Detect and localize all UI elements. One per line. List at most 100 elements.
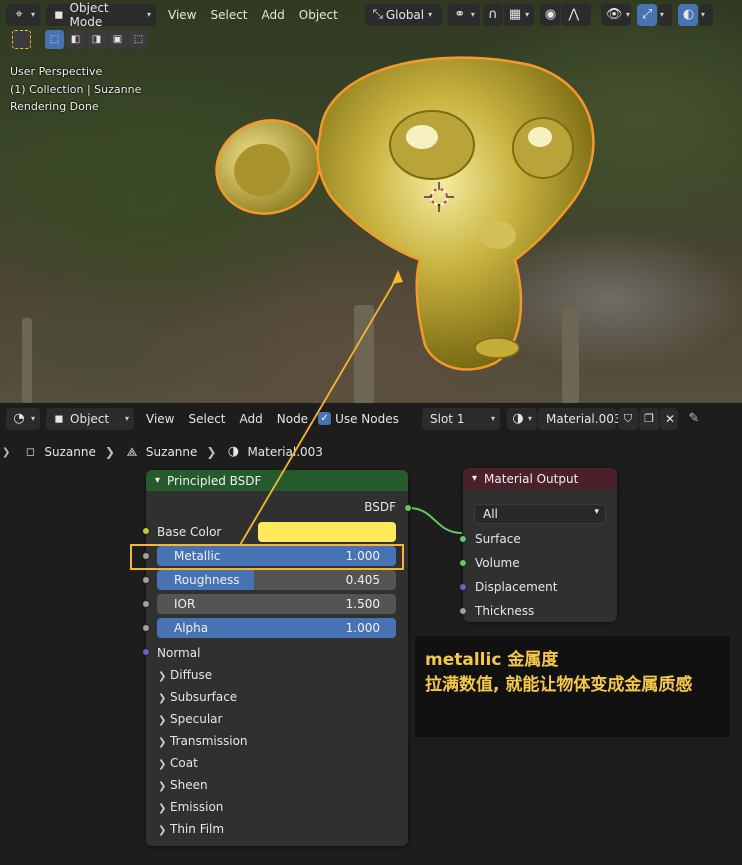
panel-label: Subsurface <box>170 690 238 704</box>
menu-view[interactable]: View <box>161 8 203 22</box>
proportional-edit-toggle[interactable]: ◉ <box>539 3 560 26</box>
value-slider-ior[interactable]: IOR 1.500 <box>157 594 396 614</box>
3d-cursor-icon[interactable] <box>424 182 454 212</box>
displacement-label: Displacement <box>475 580 558 594</box>
annotation-line-1: metallic 金属度 <box>425 650 559 670</box>
gizmo-dropdown[interactable]: ▾ <box>657 3 672 26</box>
value-slider-alpha[interactable]: Alpha 1.000 <box>157 618 396 638</box>
panel-emission[interactable]: ❯ Emission <box>158 800 223 814</box>
panel-label: Diffuse <box>170 668 213 682</box>
select-extend-button[interactable]: ◧ <box>66 30 85 49</box>
eye-icon: 👁 <box>605 6 623 22</box>
displacement-socket[interactable] <box>459 583 467 591</box>
pivot-icon: ⚭ <box>454 6 466 22</box>
select-extend-icon: ◧ <box>70 33 81 45</box>
field-socket[interactable] <box>142 600 150 608</box>
panel-specular[interactable]: ❯ Specular <box>158 712 222 726</box>
render-target-dropdown[interactable]: All ▾ <box>474 504 606 524</box>
thickness-socket[interactable] <box>459 607 467 615</box>
fence-post <box>22 318 32 403</box>
panel-subsurface[interactable]: ❯ Subsurface <box>158 690 237 704</box>
thickness-label: Thickness <box>475 604 535 618</box>
panel-label: Emission <box>170 800 224 814</box>
chevron-down-icon: ▾ <box>594 507 599 517</box>
select-invert-button[interactable]: ▣ <box>108 30 127 49</box>
falloff-icon: ⋀ <box>568 6 580 22</box>
node-header[interactable]: ▾ Principled BSDF <box>146 470 408 491</box>
surface-label: Surface <box>475 532 521 546</box>
collection-label: (1) Collection | Suzanne <box>10 82 142 96</box>
selection-tools: ⬚ ◧ ◨ ▣ ⬚ <box>12 30 148 49</box>
select-subtract-icon: ◨ <box>91 33 102 45</box>
viewport-header: ⌖ ▾ ◼ Object Mode ▾ View Select Add Object… <box>0 0 742 29</box>
menu-add[interactable]: Add <box>255 8 292 22</box>
node-title: Material Output <box>484 471 579 486</box>
select-subtract-button[interactable]: ◨ <box>87 30 106 49</box>
gizmo-toggle[interactable]: ⤢ <box>636 3 657 26</box>
field-socket[interactable] <box>142 576 150 584</box>
overlays-dropdown[interactable]: ▾ <box>698 3 713 26</box>
proportional-icon: ◉ <box>544 6 557 22</box>
3d-viewport[interactable]: ⌖ ▾ ◼ Object Mode ▾ View Select Add Object… <box>0 0 742 403</box>
mode-dropdown[interactable]: ◼ Object Mode ▾ <box>46 0 156 29</box>
editor-type-button[interactable]: ⌖ ▾ <box>6 3 40 26</box>
bsdf-output-socket[interactable] <box>404 504 412 512</box>
surface-socket[interactable] <box>459 535 467 543</box>
collapse-chevron-icon[interactable]: ▾ <box>472 473 477 484</box>
slider-label: Alpha <box>174 621 209 635</box>
perspective-label: User Perspective <box>10 65 103 78</box>
normal-socket[interactable] <box>142 648 150 656</box>
snap-toggle[interactable]: ∩ <box>482 3 503 26</box>
visibility-dropdown[interactable]: 👁 ▾ <box>600 3 631 26</box>
volume-label: Volume <box>475 556 520 570</box>
gizmo-icon: ⤢ <box>641 6 653 22</box>
suzanne-model[interactable] <box>210 45 610 375</box>
volume-socket[interactable] <box>459 559 467 567</box>
overlays-icon: ◐ <box>682 6 695 22</box>
annotation-line-2: 拉满数值, 就能让物体变成金属质感 <box>425 675 693 695</box>
menu-select[interactable]: Select <box>203 8 254 22</box>
mode-label: Object Mode <box>69 0 109 29</box>
select-intersect-button[interactable]: ⬚ <box>129 30 148 49</box>
snap-target-dropdown[interactable]: ▦ ▾ <box>503 3 534 26</box>
select-new-button[interactable]: ⬚ <box>45 30 64 49</box>
orientation-icon: ⤡ <box>372 6 384 22</box>
normal-label: Normal <box>157 646 201 660</box>
panel-sheen[interactable]: ❯ Sheen <box>158 778 208 792</box>
slider-label: Roughness <box>174 573 240 587</box>
metallic-highlight-box <box>130 544 404 570</box>
chevron-right-icon: ❯ <box>158 693 167 704</box>
panel-label: Sheen <box>170 778 208 792</box>
principled-bsdf-node[interactable]: ▾ Principled BSDF BSDF Base Color Metall… <box>142 470 412 846</box>
chevron-right-icon: ❯ <box>158 737 167 748</box>
menu-object[interactable]: Object <box>292 8 345 22</box>
overlays-toggle[interactable]: ◐ <box>677 3 698 26</box>
chevron-right-icon: ❯ <box>158 715 167 726</box>
value-slider-roughness[interactable]: Roughness 0.405 <box>157 570 396 590</box>
chevron-right-icon: ❯ <box>158 825 167 836</box>
base-color-socket[interactable] <box>142 527 150 535</box>
shader-node-editor[interactable]: ◔ ▾ ◼ Object ▾ View Select Add Node ✓ Use… <box>0 404 742 865</box>
falloff-dropdown[interactable]: ⋀ <box>560 3 591 26</box>
select-box-tool[interactable] <box>12 30 31 49</box>
panel-thin-film[interactable]: ❯ Thin Film <box>158 822 224 836</box>
panel-coat[interactable]: ❯ Coat <box>158 756 198 770</box>
panel-transmission[interactable]: ❯ Transmission <box>158 734 248 748</box>
panel-label: Coat <box>170 756 198 770</box>
render-target-label: All <box>483 507 498 521</box>
pivot-button[interactable]: ⚭ ▾ <box>447 3 480 26</box>
magnet-icon: ∩ <box>488 6 498 22</box>
select-invert-icon: ▣ <box>112 33 123 45</box>
field-socket[interactable] <box>142 624 150 632</box>
select-intersect-icon: ⬚ <box>133 33 144 45</box>
panel-label: Specular <box>170 712 223 726</box>
transform-orientation-dropdown[interactable]: ⤡ Global ▾ <box>364 3 442 26</box>
material-output-node[interactable]: ▾ Material Output All ▾ Surface Volume Dis… <box>459 468 617 622</box>
chevron-right-icon: ❯ <box>158 803 167 814</box>
node-title: Principled BSDF <box>167 473 262 488</box>
collapse-chevron-icon[interactable]: ▾ <box>155 475 160 486</box>
node-header[interactable]: ▾ Material Output <box>463 468 617 489</box>
base-color-swatch[interactable] <box>258 522 396 542</box>
chevron-right-icon: ❯ <box>158 671 167 682</box>
panel-diffuse[interactable]: ❯ Diffuse <box>158 668 212 682</box>
